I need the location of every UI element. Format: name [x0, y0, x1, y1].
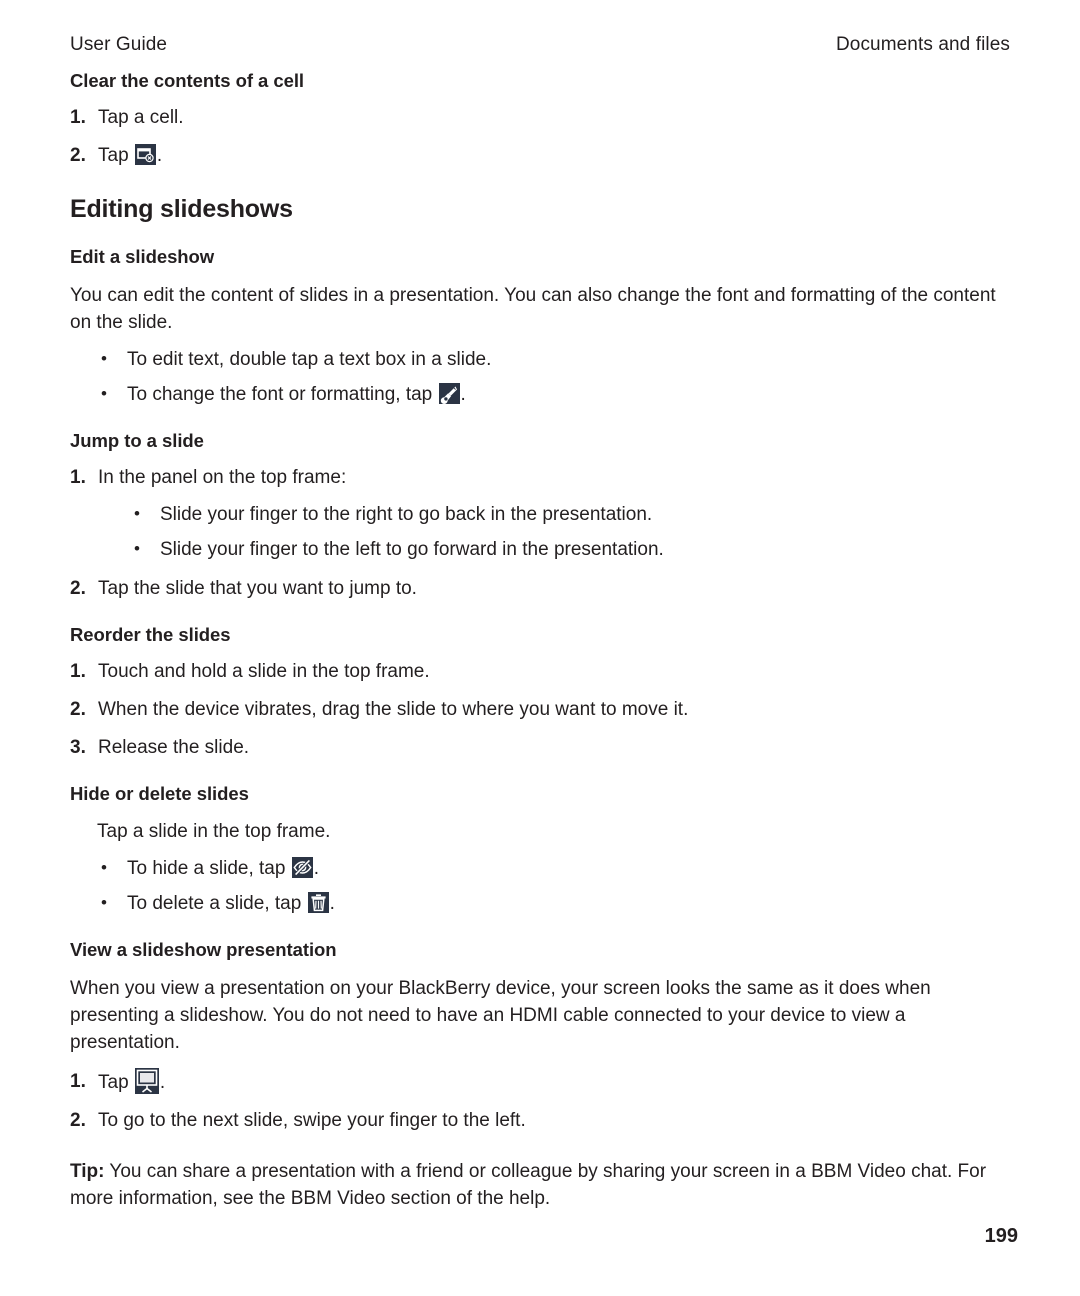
- list-view-slideshow-steps: 1. Tap . 2. To go to the next slide, swi…: [70, 1068, 1015, 1134]
- page-content: Clear the contents of a cell 1. Tap a ce…: [70, 70, 1015, 1231]
- step-text: Touch and hold a slide in the top frame.: [98, 661, 430, 682]
- list-item: To delete a slide, tap .: [99, 889, 1015, 917]
- page-number: 199: [984, 1225, 1018, 1247]
- heading-reorder-the-slides: Reorder the slides: [70, 624, 231, 645]
- bullet-text: To edit text, double tap a text box in a…: [127, 349, 492, 370]
- step-number: 2.: [70, 145, 86, 166]
- list-item: Slide your finger to the right to go bac…: [132, 500, 1015, 528]
- list-jump-to-slide-nested-bullets: Slide your finger to the right to go bac…: [70, 500, 1015, 563]
- list-hide-delete-bullets: To hide a slide, tap . To delete a slide…: [70, 854, 1015, 917]
- bullet-text: Slide your finger to the left to go forw…: [160, 539, 664, 560]
- list-item: To hide a slide, tap .: [99, 854, 1015, 882]
- bullet-text-prefix: To change the font or formatting, tap: [127, 384, 438, 405]
- heading-editing-slideshows: Editing slideshows: [70, 195, 293, 223]
- step-text: To go to the next slide, swipe your fing…: [98, 1110, 526, 1131]
- presentation-screen-icon: [134, 1068, 159, 1094]
- list-reorder-slides-steps: 1. Touch and hold a slide in the top fra…: [70, 658, 1015, 761]
- trash-icon: [307, 892, 329, 913]
- step-number: 1.: [70, 467, 86, 488]
- step-text: Tap a cell.: [98, 107, 184, 128]
- paragraph-view-a-slideshow-presentation: When you view a presentation on your Bla…: [70, 978, 931, 1053]
- list-jump-to-slide-step2: 2. Tap the slide that you want to jump t…: [70, 575, 1015, 602]
- list-item: To edit text, double tap a text box in a…: [99, 345, 1015, 373]
- step-text: Release the slide.: [98, 737, 250, 758]
- tip-paragraph: Tip: You can share a presentation with a…: [70, 1158, 1015, 1212]
- header-left-text: User Guide: [70, 34, 168, 55]
- list-item: 2. To go to the next slide, swipe your f…: [70, 1107, 1015, 1134]
- document-page: User Guide Documents and files Clear the…: [0, 0, 1080, 1296]
- step-text-suffix: .: [159, 1072, 166, 1093]
- heading-view-a-slideshow-presentation: View a slideshow presentation: [70, 939, 337, 960]
- heading-clear-contents-of-a-cell: Clear the contents of a cell: [70, 70, 305, 91]
- list-jump-to-slide-step1: 1. In the panel on the top frame:: [70, 464, 1015, 491]
- step-text-prefix: Tap: [98, 1072, 134, 1093]
- paragraph-edit-a-slideshow: You can edit the content of slides in a …: [70, 285, 996, 333]
- step-number: 1.: [70, 107, 86, 128]
- bullet-text-suffix: .: [460, 384, 466, 405]
- step-text: In the panel on the top frame:: [98, 467, 347, 488]
- step-text: Tap the slide that you want to jump to.: [98, 578, 417, 599]
- bullet-text-prefix: To hide a slide, tap: [127, 858, 291, 879]
- heading-jump-to-a-slide: Jump to a slide: [70, 430, 204, 451]
- eye-slash-icon: [291, 857, 313, 878]
- list-item: Slide your finger to the left to go forw…: [132, 535, 1015, 563]
- bullet-text: Slide your finger to the right to go bac…: [160, 504, 653, 525]
- list-item: 2. When the device vibrates, drag the sl…: [70, 696, 1015, 723]
- tip-label: Tip:: [70, 1161, 105, 1182]
- heading-hide-or-delete-slides: Hide or delete slides: [70, 783, 249, 804]
- pen-nib-icon: [438, 383, 460, 404]
- list-edit-slideshow-bullets: To edit text, double tap a text box in a…: [70, 345, 1015, 408]
- list-item: 1. In the panel on the top frame:: [70, 464, 1015, 491]
- list-item: 2. Tap the slide that you want to jump t…: [70, 575, 1015, 602]
- heading-edit-a-slideshow: Edit a slideshow: [70, 246, 215, 267]
- bullet-text-prefix: To delete a slide, tap: [127, 893, 307, 914]
- step-text: When the device vibrates, drag the slide…: [98, 699, 689, 720]
- header-right-text: Documents and files: [835, 34, 1010, 55]
- list-item: 1. Tap .: [70, 1068, 1015, 1096]
- step-number: 2.: [70, 578, 86, 599]
- tip-text: You can share a presentation with a frie…: [70, 1161, 987, 1209]
- list-item: 1. Touch and hold a slide in the top fra…: [70, 658, 1015, 685]
- step-number: 2.: [70, 1110, 86, 1131]
- step-number: 3.: [70, 737, 86, 758]
- step-number: 1.: [70, 1071, 86, 1092]
- step-text-prefix: Tap: [98, 145, 134, 166]
- list-item: 1. Tap a cell.: [70, 104, 1015, 131]
- list-item: 3. Release the slide.: [70, 734, 1015, 761]
- step-text-suffix: .: [156, 145, 163, 166]
- bullet-text-suffix: .: [329, 893, 335, 914]
- running-header: User Guide Documents and files: [70, 34, 1010, 56]
- list-item: To change the font or formatting, tap .: [99, 380, 1015, 408]
- hide-delete-lead-text: Tap a slide in the top frame.: [97, 821, 331, 842]
- bullet-text-suffix: .: [313, 858, 319, 879]
- clear-cell-icon: [134, 144, 156, 165]
- list-item: 2. Tap .: [70, 142, 1015, 169]
- step-number: 2.: [70, 699, 86, 720]
- list-clear-cell-steps: 1. Tap a cell. 2. Tap .: [70, 104, 1015, 169]
- step-number: 1.: [70, 661, 86, 682]
